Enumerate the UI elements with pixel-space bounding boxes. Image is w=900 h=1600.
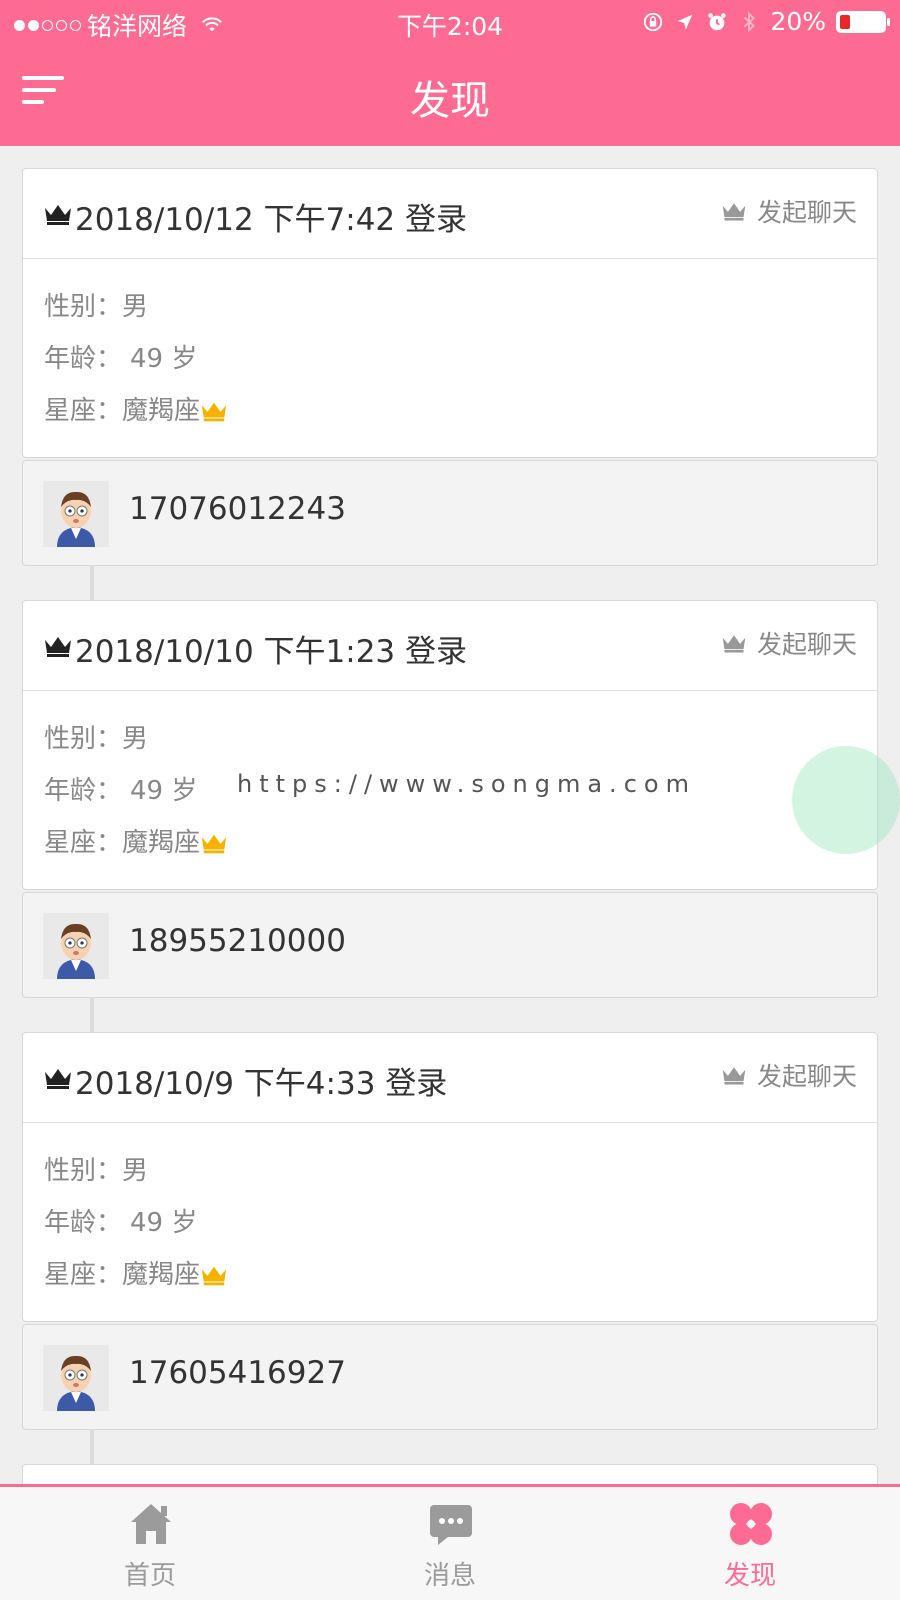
age-row: 年龄： 49 岁 bbox=[44, 333, 856, 385]
start-chat-label: 发起聊天 bbox=[756, 1062, 857, 1091]
page-title: 发现 bbox=[410, 78, 490, 124]
login-time: 2018/10/12 下午7:42 登录 bbox=[75, 202, 467, 238]
user-phone: 17076012243 bbox=[129, 491, 346, 527]
zodiac-label: 星座： bbox=[44, 828, 123, 858]
avatar bbox=[43, 913, 109, 979]
tab-discover[interactable]: 发现 bbox=[600, 1487, 900, 1600]
login-card: 2018/10/10 下午1:23 登录 发起聊天 性别： 男 年龄： 49 岁 bbox=[22, 600, 878, 890]
discover-feed[interactable]: 2018/10/12 下午7:42 登录 发起聊天 性别： 男 年龄： 49 岁 bbox=[0, 146, 900, 1484]
timeline-connector bbox=[90, 566, 94, 600]
gender-label: 性别： bbox=[44, 1156, 123, 1186]
user-row[interactable]: 17076012243 bbox=[22, 460, 878, 566]
status-bar: 铭洋网络 下午2:04 20% bbox=[0, 0, 900, 44]
zodiac-row: 星座： 魔羯座 bbox=[44, 385, 856, 437]
gender-label: 性别： bbox=[44, 724, 123, 754]
home-icon bbox=[131, 1504, 171, 1544]
user-phone: 17605416927 bbox=[129, 1355, 346, 1391]
alarm-icon bbox=[708, 12, 727, 30]
zodiac-row: 星座： 魔羯座 bbox=[44, 817, 856, 869]
timeline-connector bbox=[90, 1430, 94, 1464]
gold-crown-icon bbox=[201, 1266, 227, 1286]
battery-icon bbox=[836, 10, 890, 33]
gender-row: 性别： 男 bbox=[44, 281, 856, 333]
crown-icon bbox=[722, 635, 746, 653]
gender-row: 性别： 男 bbox=[44, 1145, 856, 1197]
user-row[interactable]: 18955210000 bbox=[22, 892, 878, 998]
age-row: 年龄： 49 岁 bbox=[44, 1197, 856, 1249]
age-value: 49 岁 bbox=[130, 776, 198, 806]
bluetooth-icon bbox=[744, 11, 756, 32]
battery-percent: 20% bbox=[770, 7, 826, 36]
start-chat-label: 发起聊天 bbox=[756, 630, 857, 659]
start-chat-button[interactable]: 发起聊天 bbox=[721, 193, 857, 229]
crown-icon bbox=[45, 1069, 71, 1089]
user-row[interactable]: 17605416927 bbox=[22, 1324, 878, 1430]
tab-messages[interactable]: 消息 bbox=[300, 1487, 600, 1600]
gender-value: 男 bbox=[122, 292, 149, 322]
zodiac-value: 魔羯座 bbox=[122, 828, 201, 858]
gender-row: 性别： 男 bbox=[44, 713, 856, 765]
login-card: 2018/10/12 下午7:42 登录 发起聊天 性别： 男 年龄： 49 岁 bbox=[22, 168, 878, 458]
age-label: 年龄： bbox=[44, 1208, 123, 1238]
gold-crown-icon bbox=[201, 834, 227, 854]
gender-label: 性别： bbox=[44, 292, 123, 322]
tab-bar: 首页 消息 发现 bbox=[0, 1484, 900, 1600]
zodiac-value: 魔羯座 bbox=[122, 1260, 201, 1290]
tab-discover-label: 发现 bbox=[723, 1561, 776, 1591]
start-chat-button[interactable]: 发起聊天 bbox=[721, 625, 857, 661]
start-chat-button[interactable]: 发起聊天 bbox=[721, 1057, 857, 1093]
zodiac-label: 星座： bbox=[44, 1260, 123, 1290]
tab-home-label: 首页 bbox=[123, 1561, 176, 1591]
location-arrow-icon bbox=[678, 14, 693, 29]
age-value: 49 岁 bbox=[130, 344, 198, 374]
feed-item: 2018/10/9 下午4:33 登录 发起聊天 性别： 男 年龄： 49 岁 bbox=[22, 1032, 878, 1464]
gender-value: 男 bbox=[122, 724, 149, 754]
zodiac-value: 魔羯座 bbox=[122, 396, 201, 426]
discover-icon bbox=[730, 1503, 772, 1545]
login-card: 2018/10/9 下午4:33 登录 发起聊天 性别： 男 年龄： 49 岁 bbox=[22, 1032, 878, 1322]
timeline-connector bbox=[90, 998, 94, 1032]
login-time: 2018/10/10 下午1:23 登录 bbox=[75, 634, 467, 670]
tab-messages-label: 消息 bbox=[423, 1561, 476, 1591]
crown-icon bbox=[722, 1067, 746, 1085]
assistive-touch-button[interactable] bbox=[792, 746, 900, 854]
message-icon bbox=[430, 1505, 472, 1545]
feed-item: 2018/10/10 下午1:23 登录 发起聊天 性别： 男 年龄： 49 岁 bbox=[22, 600, 878, 1032]
start-chat-label: 发起聊天 bbox=[756, 198, 857, 227]
feed-item: 2018/10/12 下午7:42 登录 发起聊天 性别： 男 年龄： 49 岁 bbox=[22, 168, 878, 600]
avatar bbox=[43, 481, 109, 547]
tab-home[interactable]: 首页 bbox=[0, 1487, 300, 1600]
crown-icon bbox=[45, 637, 71, 657]
login-time: 2018/10/9 下午4:33 登录 bbox=[75, 1066, 448, 1102]
watermark-text: https://www.songma.com bbox=[237, 770, 696, 798]
login-card bbox=[22, 1464, 878, 1484]
gold-crown-icon bbox=[201, 402, 227, 422]
zodiac-row: 星座： 魔羯座 bbox=[44, 1249, 856, 1301]
feed-item-partial bbox=[22, 1464, 878, 1484]
gender-value: 男 bbox=[122, 1156, 149, 1186]
age-value: 49 岁 bbox=[130, 1208, 198, 1238]
age-label: 年龄： bbox=[44, 344, 123, 374]
nav-bar: 发现 bbox=[0, 44, 900, 146]
crown-icon bbox=[722, 203, 746, 221]
avatar bbox=[43, 1345, 109, 1411]
crown-icon bbox=[45, 205, 71, 225]
age-label: 年龄： bbox=[44, 776, 123, 806]
zodiac-label: 星座： bbox=[44, 396, 123, 426]
rotation-lock-icon bbox=[644, 12, 663, 31]
user-phone: 18955210000 bbox=[129, 923, 346, 959]
